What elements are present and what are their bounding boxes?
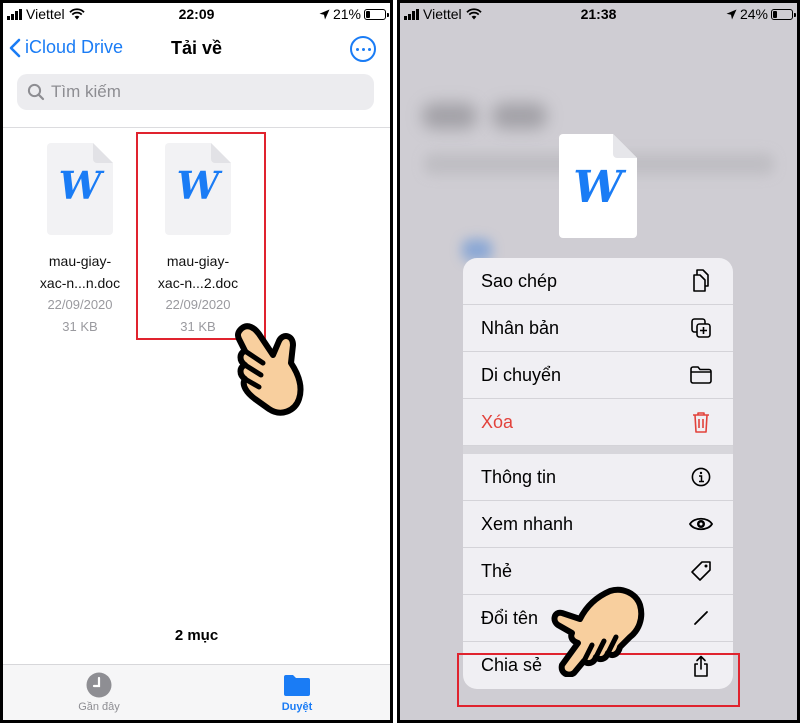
item-count: 2 mục <box>174 627 219 644</box>
more-options-button[interactable] <box>350 36 376 62</box>
menu-item-info[interactable]: Thông tin <box>463 454 733 501</box>
page-title: Tải về <box>170 38 223 58</box>
menu-item-quick-look[interactable]: Xem nhanh <box>463 501 733 548</box>
menu-item-copy[interactable]: Sao chép <box>463 258 733 305</box>
menu-item-label: Đổi tên <box>481 607 539 628</box>
pointing-hand-icon <box>551 586 645 677</box>
header-divider <box>3 127 390 128</box>
menu-item-label: Nhân bản <box>481 317 560 338</box>
tag-icon <box>691 561 711 581</box>
left-phone-screen: Viettel 22:09 21% iCloud Drive Tải về Tì… <box>0 0 393 723</box>
battery-icon <box>771 8 796 20</box>
battery-percent: 21% <box>332 6 361 22</box>
duplicate-icon <box>691 318 711 338</box>
highlight-box <box>136 132 266 340</box>
file-date: 22/09/2020 <box>47 297 113 312</box>
status-bar: Viettel 22:09 21% <box>3 3 390 27</box>
menu-item-label: Thông tin <box>481 466 557 487</box>
menu-item-label: Di chuyển <box>481 364 562 385</box>
pointing-hand-icon <box>234 323 304 416</box>
menu-item-label: Sao chép <box>481 270 558 291</box>
tab-recents-label: Gần đây <box>78 701 120 713</box>
menu-separator <box>463 446 733 454</box>
preview-icon-letter: W <box>573 162 627 213</box>
info-icon <box>691 467 711 487</box>
menu-item-move[interactable]: Di chuyển <box>463 352 733 399</box>
word-document-icon: W <box>47 143 113 235</box>
location-arrow-icon <box>726 9 737 19</box>
tab-recents[interactable]: Gần đây <box>49 671 149 713</box>
menu-item-label: Thẻ <box>481 560 513 581</box>
search-input[interactable]: Tìm kiếm <box>17 74 374 110</box>
trash-icon <box>693 412 709 433</box>
menu-item-label: Xem nhanh <box>481 513 574 534</box>
menu-item-duplicate[interactable]: Nhân bản <box>463 305 733 352</box>
copy-icon <box>693 269 709 292</box>
tab-browse[interactable]: Duyệt <box>247 671 347 713</box>
right-phone-screen: Viettel 21:38 24% W Sao chép Nhân bản Di… <box>397 0 800 723</box>
search-placeholder: Tìm kiếm <box>51 82 121 101</box>
file-icon-letter: W <box>59 163 105 208</box>
pencil-icon <box>694 611 708 625</box>
menu-item-delete[interactable]: Xóa <box>463 399 733 446</box>
location-arrow-icon <box>319 9 330 19</box>
file-name: mau-giay-xac-n...n.doc <box>39 253 121 291</box>
battery-percent: 24% <box>739 6 768 22</box>
tab-browse-label: Duyệt <box>281 701 313 713</box>
eye-icon <box>689 517 713 531</box>
file-item[interactable]: W mau-giay-xac-n...n.doc 22/09/2020 31 K… <box>20 143 140 338</box>
folder-icon <box>284 675 310 696</box>
folder-icon <box>690 366 712 384</box>
menu-item-label: Xóa <box>481 411 514 432</box>
tab-bar: Gần đây Duyệt <box>3 664 390 720</box>
blurred-title <box>492 103 547 129</box>
clock-icon <box>86 672 112 698</box>
blurred-title <box>422 103 477 129</box>
status-bar: Viettel 21:38 24% <box>400 3 797 27</box>
battery-icon <box>364 8 389 20</box>
search-icon <box>27 83 45 101</box>
document-preview: W <box>559 134 637 238</box>
file-size: 31 KB <box>62 319 98 334</box>
navigation-bar: iCloud Drive Tải về <box>3 29 390 69</box>
